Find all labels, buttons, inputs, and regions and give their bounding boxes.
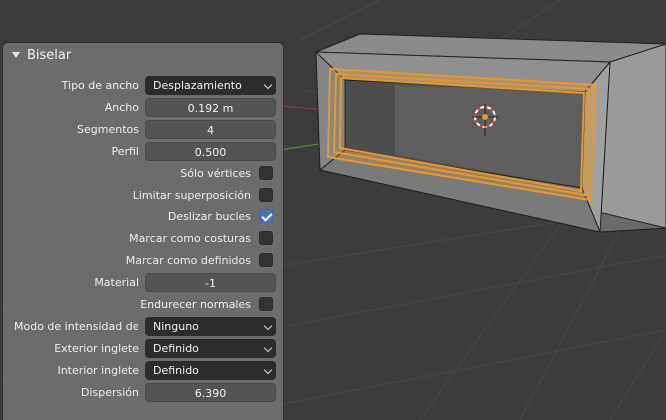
harden-normals-label: Endurecer normales	[140, 298, 251, 311]
panel-header[interactable]: Biselar	[3, 43, 283, 67]
mark-sharp-label: Marcar como definidos	[125, 254, 251, 267]
outer-miter-value: Definido	[153, 342, 199, 355]
face-strength-value: Ninguno	[153, 320, 199, 333]
loop-slide-label: Deslizar bucles	[167, 210, 251, 223]
row-vertex-only[interactable]: Sólo vértices	[3, 164, 283, 183]
material-field[interactable]: -1	[145, 273, 276, 292]
row-segments: Segmentos 4	[3, 120, 283, 139]
row-harden-normals[interactable]: Endurecer normales	[3, 295, 283, 314]
segments-label: Segmentos	[77, 123, 139, 136]
mark-sharp-checkbox[interactable]	[259, 253, 273, 267]
material-label: Material	[94, 276, 139, 289]
triangle-down-icon[interactable]	[12, 52, 20, 58]
row-mark-seams[interactable]: Marcar como costuras	[3, 229, 283, 248]
row-profile: Perfil 0.500	[3, 142, 283, 161]
outer-miter-dropdown[interactable]: Definido	[145, 339, 276, 358]
row-face-strength: Modo de intensidad de .. Ninguno	[3, 317, 283, 336]
row-spread: Dispersión 6.390	[3, 383, 283, 402]
mark-seams-label: Marcar como costuras	[129, 232, 251, 245]
mark-seams-checkbox[interactable]	[259, 231, 273, 245]
row-inner-miter: Interior inglete Definido	[3, 361, 283, 380]
width-type-dropdown[interactable]: Desplazamiento	[145, 76, 276, 95]
bevel-operator-panel: Biselar Tipo de ancho Desplazamiento Anc…	[3, 43, 283, 420]
row-material: Material -1	[3, 273, 283, 292]
profile-label: Perfil	[111, 145, 139, 158]
face-strength-label: Modo de intensidad de ..	[14, 320, 138, 333]
row-clamp-overlap[interactable]: Limitar superposición	[3, 186, 283, 205]
row-outer-miter: Exterior inglete Definido	[3, 339, 283, 358]
width-type-value: Desplazamiento	[153, 79, 242, 92]
row-width: Ancho 0.192 m	[3, 98, 283, 117]
spread-field[interactable]: 6.390	[145, 383, 276, 402]
checkmark-icon	[261, 210, 273, 222]
loop-slide-checkbox[interactable]	[259, 209, 273, 223]
chevron-down-icon	[263, 365, 273, 375]
row-loop-slide[interactable]: Deslizar bucles	[3, 207, 283, 226]
clamp-overlap-checkbox[interactable]	[259, 188, 273, 202]
spread-label: Dispersión	[80, 386, 139, 399]
face-strength-dropdown[interactable]: Ninguno	[145, 317, 276, 336]
harden-normals-checkbox[interactable]	[259, 297, 273, 311]
width-type-label: Tipo de ancho	[61, 79, 139, 92]
chevron-down-icon	[263, 321, 273, 331]
row-mark-sharp[interactable]: Marcar como definidos	[3, 251, 283, 270]
outer-miter-label: Exterior inglete	[54, 342, 139, 355]
width-field[interactable]: 0.192 m	[145, 98, 276, 117]
vertex-only-checkbox[interactable]	[259, 166, 273, 180]
clamp-overlap-label: Limitar superposición	[132, 189, 251, 202]
inner-miter-value: Definido	[153, 364, 199, 377]
profile-field[interactable]: 0.500	[145, 142, 276, 161]
inner-miter-dropdown[interactable]: Definido	[145, 361, 276, 380]
inner-miter-label: Interior inglete	[57, 364, 139, 377]
segments-field[interactable]: 4	[145, 120, 276, 139]
chevron-down-icon	[263, 80, 273, 90]
vertex-only-label: Sólo vértices	[180, 167, 251, 180]
panel-title: Biselar	[27, 47, 72, 63]
width-label: Ancho	[104, 101, 139, 114]
row-width-type: Tipo de ancho Desplazamiento	[3, 76, 283, 95]
chevron-down-icon	[263, 343, 273, 353]
